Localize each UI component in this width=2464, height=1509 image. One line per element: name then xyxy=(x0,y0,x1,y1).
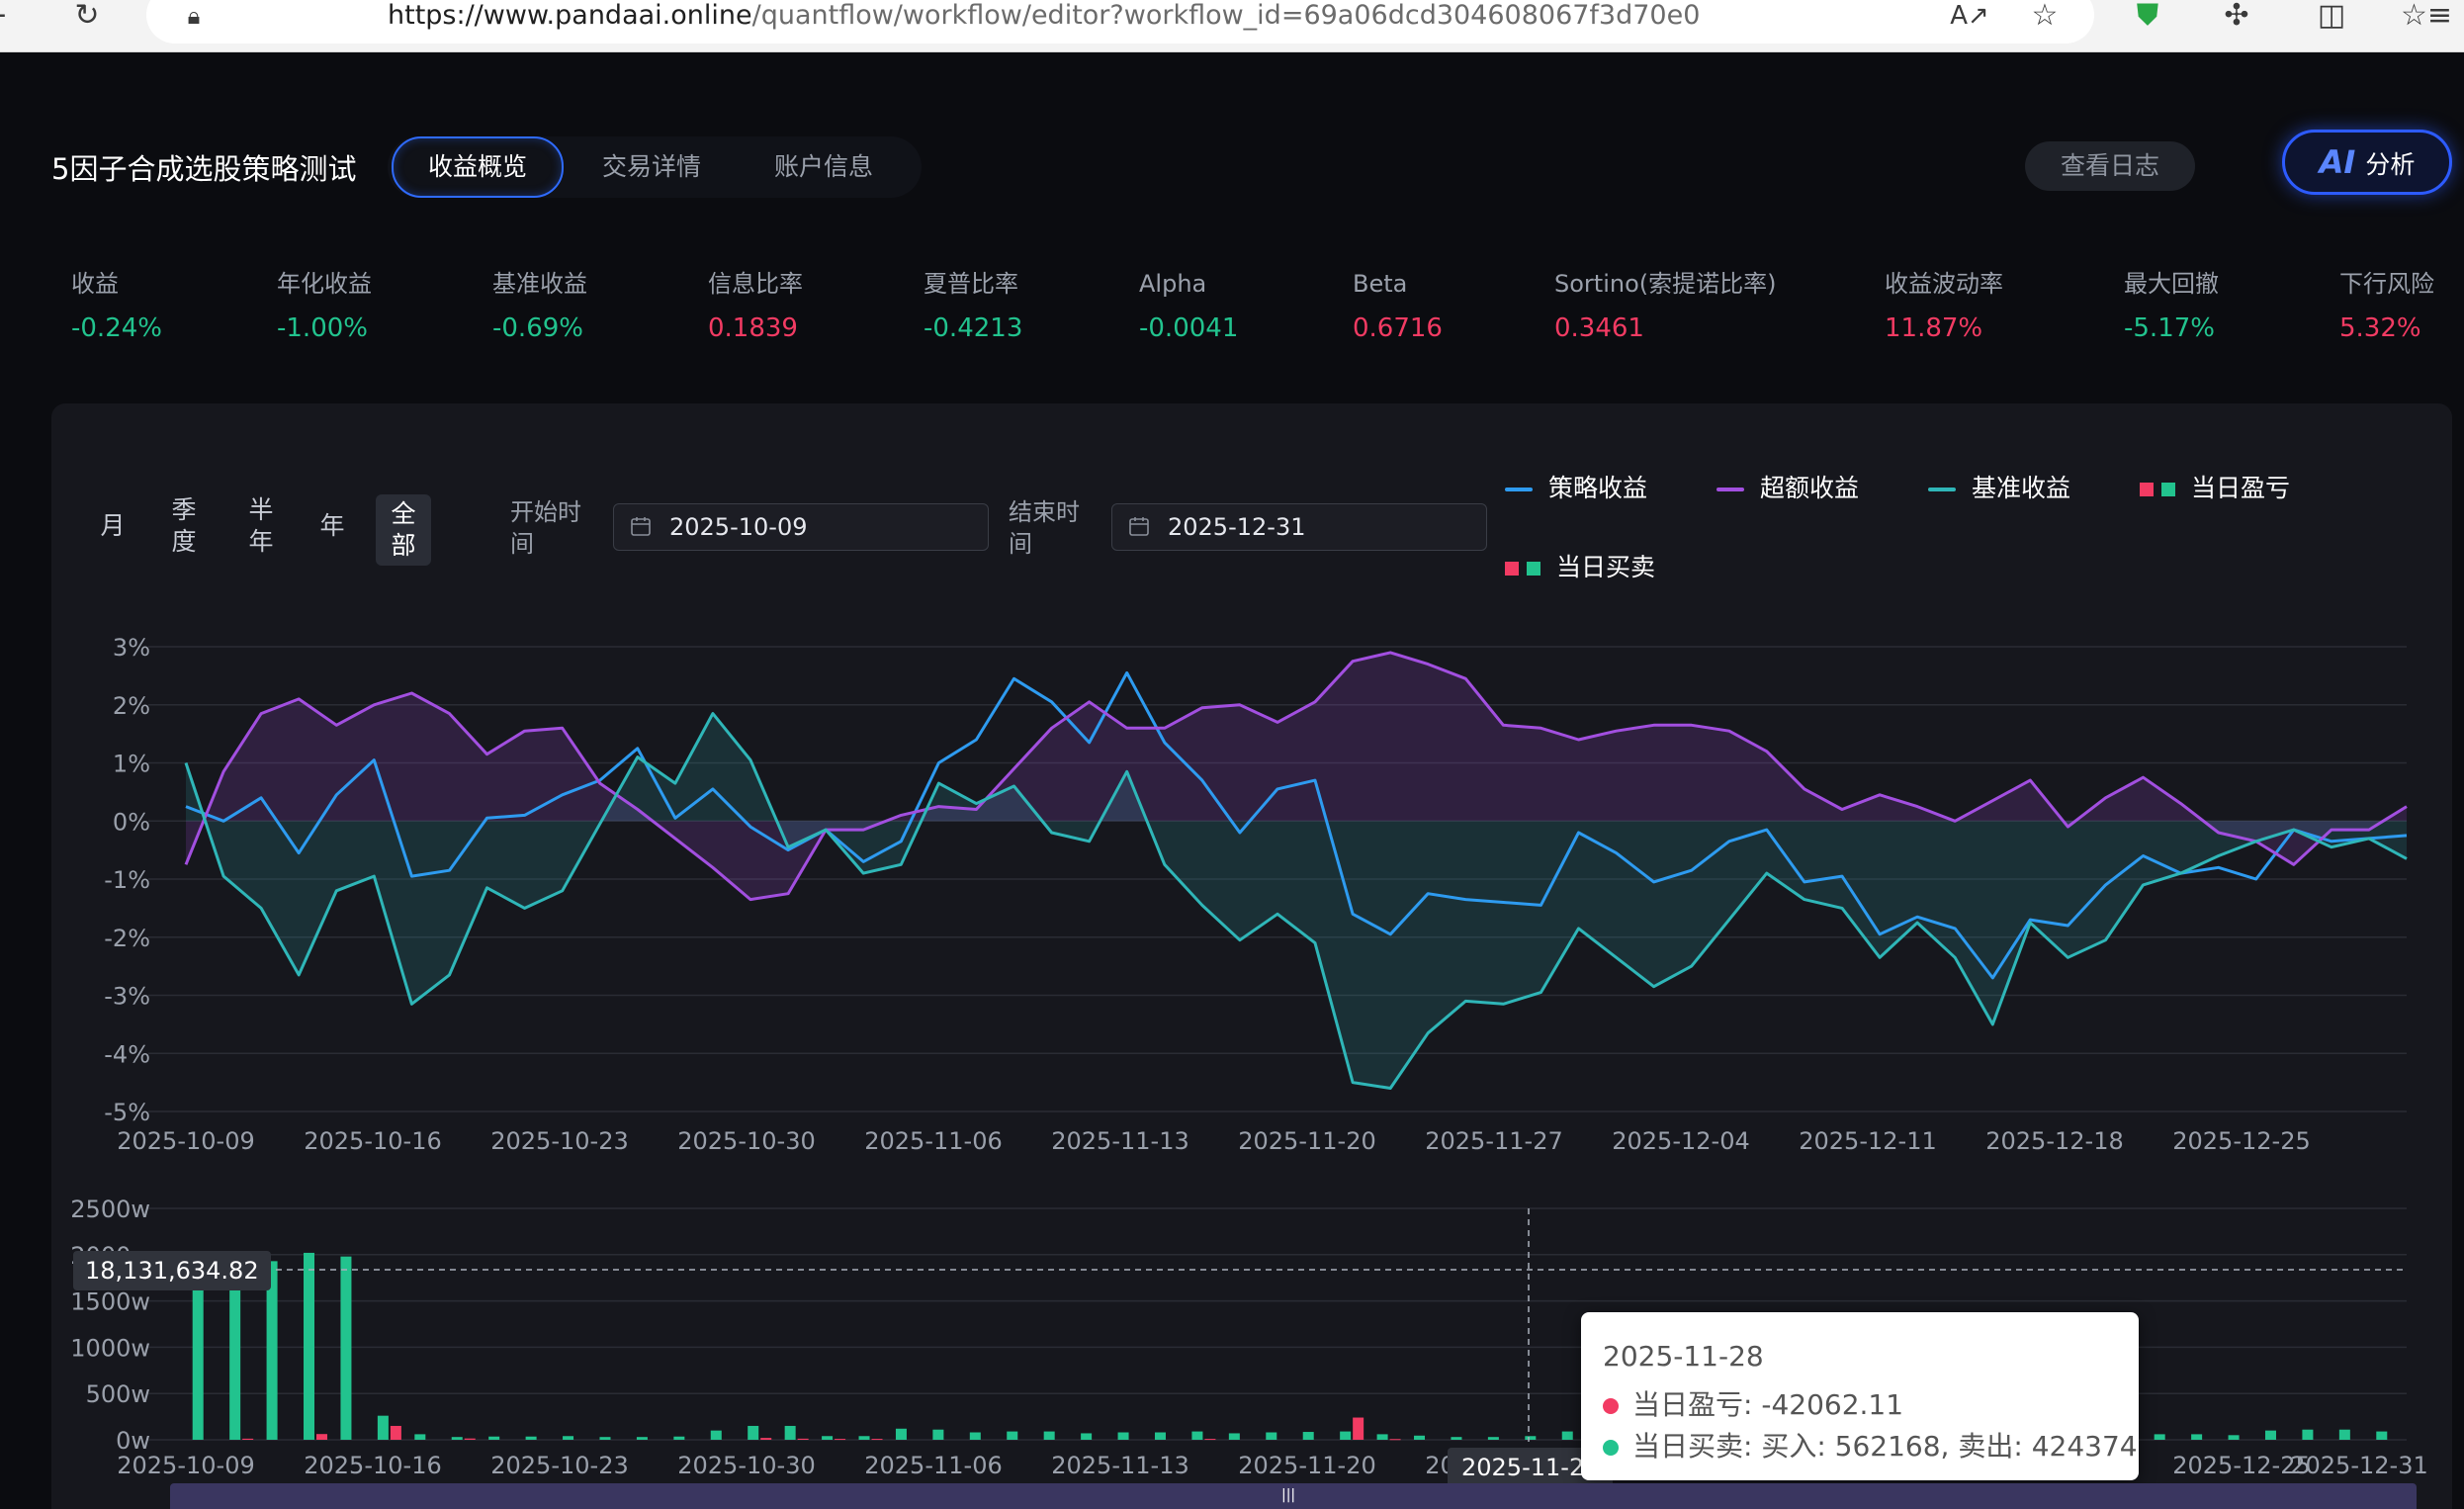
metric-label: 夏普比率 xyxy=(924,270,1018,298)
tab-return-overview[interactable]: 收益概览 xyxy=(392,136,564,198)
legend-line-strategy xyxy=(1505,488,1533,491)
tooltip-trade-text: 当日买卖: 买入: 562168, 卖出: 424374 xyxy=(1632,1430,2138,1463)
metric-value: 0.1839 xyxy=(708,313,798,343)
metric-return: 收益 -0.24% xyxy=(71,269,162,344)
ai-analysis-label: 分析 xyxy=(2365,150,2416,179)
metric-value: -0.69% xyxy=(492,313,583,343)
lock-icon[interactable]: 🔒︎ xyxy=(172,0,216,32)
metric-label: Alpha xyxy=(1139,270,1207,298)
legend-label: 当日买卖 xyxy=(1556,553,1656,581)
legend-label: 当日盈亏 xyxy=(2191,474,2291,502)
url-path: /quantflow/workflow/editor?workflow_id=6… xyxy=(751,0,1701,31)
period-quarter-label: 季度 xyxy=(171,495,197,556)
metric-alpha: Alpha -0.0041 xyxy=(1139,269,1238,344)
shield-icon[interactable]: ⛊ xyxy=(2126,0,2169,32)
url-text[interactable]: https://www.pandaai.online/quantflow/wor… xyxy=(388,0,1700,32)
metric-label: 最大回撤 xyxy=(2124,270,2219,298)
metric-sharpe-ratio: 夏普比率 -0.4213 xyxy=(924,269,1022,344)
period-half-year[interactable]: 半年 xyxy=(241,494,281,558)
metric-beta: Beta 0.6716 xyxy=(1353,269,1443,344)
period-quarter[interactable]: 季度 xyxy=(164,494,204,558)
calendar-icon xyxy=(631,517,651,536)
tooltip-trade-dot xyxy=(1603,1440,1619,1456)
split-screen-icon[interactable]: ◫ xyxy=(2310,0,2353,32)
metric-value: -0.4213 xyxy=(924,313,1023,343)
legend-label: 超额收益 xyxy=(1760,474,1860,502)
metric-label: 信息比率 xyxy=(708,270,803,298)
period-half-year-label: 半年 xyxy=(248,495,274,556)
period-all-label: 全部 xyxy=(391,499,416,560)
ai-analysis-button[interactable]: AI 分析 xyxy=(2282,130,2452,195)
legend-swatch-up xyxy=(2140,483,2154,496)
legend-label: 策略收益 xyxy=(1548,474,1648,502)
reload-icon[interactable]: ↻ xyxy=(65,0,109,32)
legend-swatch-down xyxy=(1527,562,1540,576)
tooltip-pnl-dot xyxy=(1603,1398,1619,1414)
read-aloud-icon[interactable]: A↗ xyxy=(1948,0,1991,32)
metric-annual-return: 年化收益 -1.00% xyxy=(277,269,372,344)
tooltip-trade-row: 当日买卖: 买入: 562168, 卖出: 424374 xyxy=(1603,1425,2138,1465)
legend-swatch-down xyxy=(2161,483,2175,496)
extensions-icon[interactable]: ✣ xyxy=(2215,0,2258,32)
period-month[interactable]: 月 xyxy=(95,510,131,542)
end-date-value: 2025-12-31 xyxy=(1168,513,1306,541)
metric-max-drawdown: 最大回撤 -5.17% xyxy=(2124,269,2219,344)
metric-value: -1.00% xyxy=(277,313,368,343)
metric-information-ratio: 信息比率 0.1839 xyxy=(708,269,803,344)
metric-label: 收益 xyxy=(71,270,119,298)
metric-benchmark-return: 基准收益 -0.69% xyxy=(492,269,587,344)
period-all[interactable]: 全部 xyxy=(376,494,431,566)
chart-tooltip: 2025-11-28 当日盈亏: -42062.11 当日买卖: 买入: 562… xyxy=(1581,1312,2139,1480)
browser-toolbar: ← ↻ 🔒︎ https://www.pandaai.online/quantf… xyxy=(0,0,2464,52)
url-host: https://www.pandaai.online xyxy=(388,0,752,31)
metric-label: Sortino(索提诺比率) xyxy=(1554,270,1777,298)
metric-value: 0.3461 xyxy=(1554,313,1644,343)
strategy-title: 5因子合成选股策略测试 xyxy=(51,152,357,186)
tooltip-pnl-row: 当日盈亏: -42062.11 xyxy=(1603,1383,1903,1423)
legend-daily-trade[interactable]: 当日买卖 xyxy=(1505,552,1655,583)
calendar-icon xyxy=(1129,517,1149,536)
period-year[interactable]: 年 xyxy=(312,510,352,542)
metric-label: 年化收益 xyxy=(277,270,372,298)
metric-label: Beta xyxy=(1353,270,1408,298)
metric-volatility: 收益波动率 11.87% xyxy=(1885,269,2003,344)
metric-downside-risk: 下行风险 5.32% xyxy=(2339,269,2434,344)
tooltip-date: 2025-11-28 xyxy=(1603,1340,1764,1373)
end-date-label: 结束时间 xyxy=(1009,498,1080,558)
start-date-label: 开始时间 xyxy=(510,498,581,558)
tab-trade-details[interactable]: 交易详情 xyxy=(572,136,732,198)
crosshair-y-label: 18,131,634.82 xyxy=(73,1251,271,1290)
slider-grip-icon[interactable]: ||| xyxy=(1281,1487,1295,1503)
metric-value: 0.6716 xyxy=(1353,313,1443,343)
view-log-button[interactable]: 查看日志 xyxy=(2025,141,2195,191)
legend-benchmark-return[interactable]: 基准收益 xyxy=(1928,473,2070,504)
legend-strategy-return[interactable]: 策略收益 xyxy=(1505,473,1647,504)
address-bar[interactable]: 🔒︎ https://www.pandaai.online/quantflow/… xyxy=(146,0,2094,44)
legend-label: 基准收益 xyxy=(1972,474,2071,502)
metric-value: -0.0041 xyxy=(1139,313,1239,343)
metric-value: -0.24% xyxy=(71,313,162,343)
back-arrow-icon[interactable]: ← xyxy=(0,0,16,32)
metric-label: 下行风险 xyxy=(2339,270,2434,298)
metric-value: -5.17% xyxy=(2124,313,2215,343)
start-date-input[interactable]: 2025-10-09 xyxy=(613,503,989,551)
metric-value: 5.32% xyxy=(2339,313,2421,343)
legend-swatch-up xyxy=(1505,562,1519,576)
ai-badge: AI xyxy=(2319,143,2356,181)
tab-account-info[interactable]: 账户信息 xyxy=(744,136,904,198)
metric-label: 基准收益 xyxy=(492,270,587,298)
tooltip-pnl-text: 当日盈亏: -42062.11 xyxy=(1632,1388,1904,1421)
end-date-input[interactable]: 2025-12-31 xyxy=(1111,503,1487,551)
metric-value: 11.87% xyxy=(1885,313,1983,343)
metric-label: 收益波动率 xyxy=(1885,270,2003,298)
favorite-icon[interactable]: ☆ xyxy=(2023,0,2067,32)
legend-line-excess xyxy=(1716,488,1744,491)
favorites-bar-icon[interactable]: ☆≡ xyxy=(2401,0,2452,32)
tab-bar: 收益概览 交易详情 账户信息 xyxy=(388,136,922,198)
legend-line-benchmark xyxy=(1928,488,1956,491)
metric-sortino-ratio: Sortino(索提诺比率) 0.3461 xyxy=(1554,269,1776,344)
legend-daily-pnl[interactable]: 当日盈亏 xyxy=(2140,473,2290,504)
legend-excess-return[interactable]: 超额收益 xyxy=(1716,473,1859,504)
start-date-value: 2025-10-09 xyxy=(669,513,808,541)
